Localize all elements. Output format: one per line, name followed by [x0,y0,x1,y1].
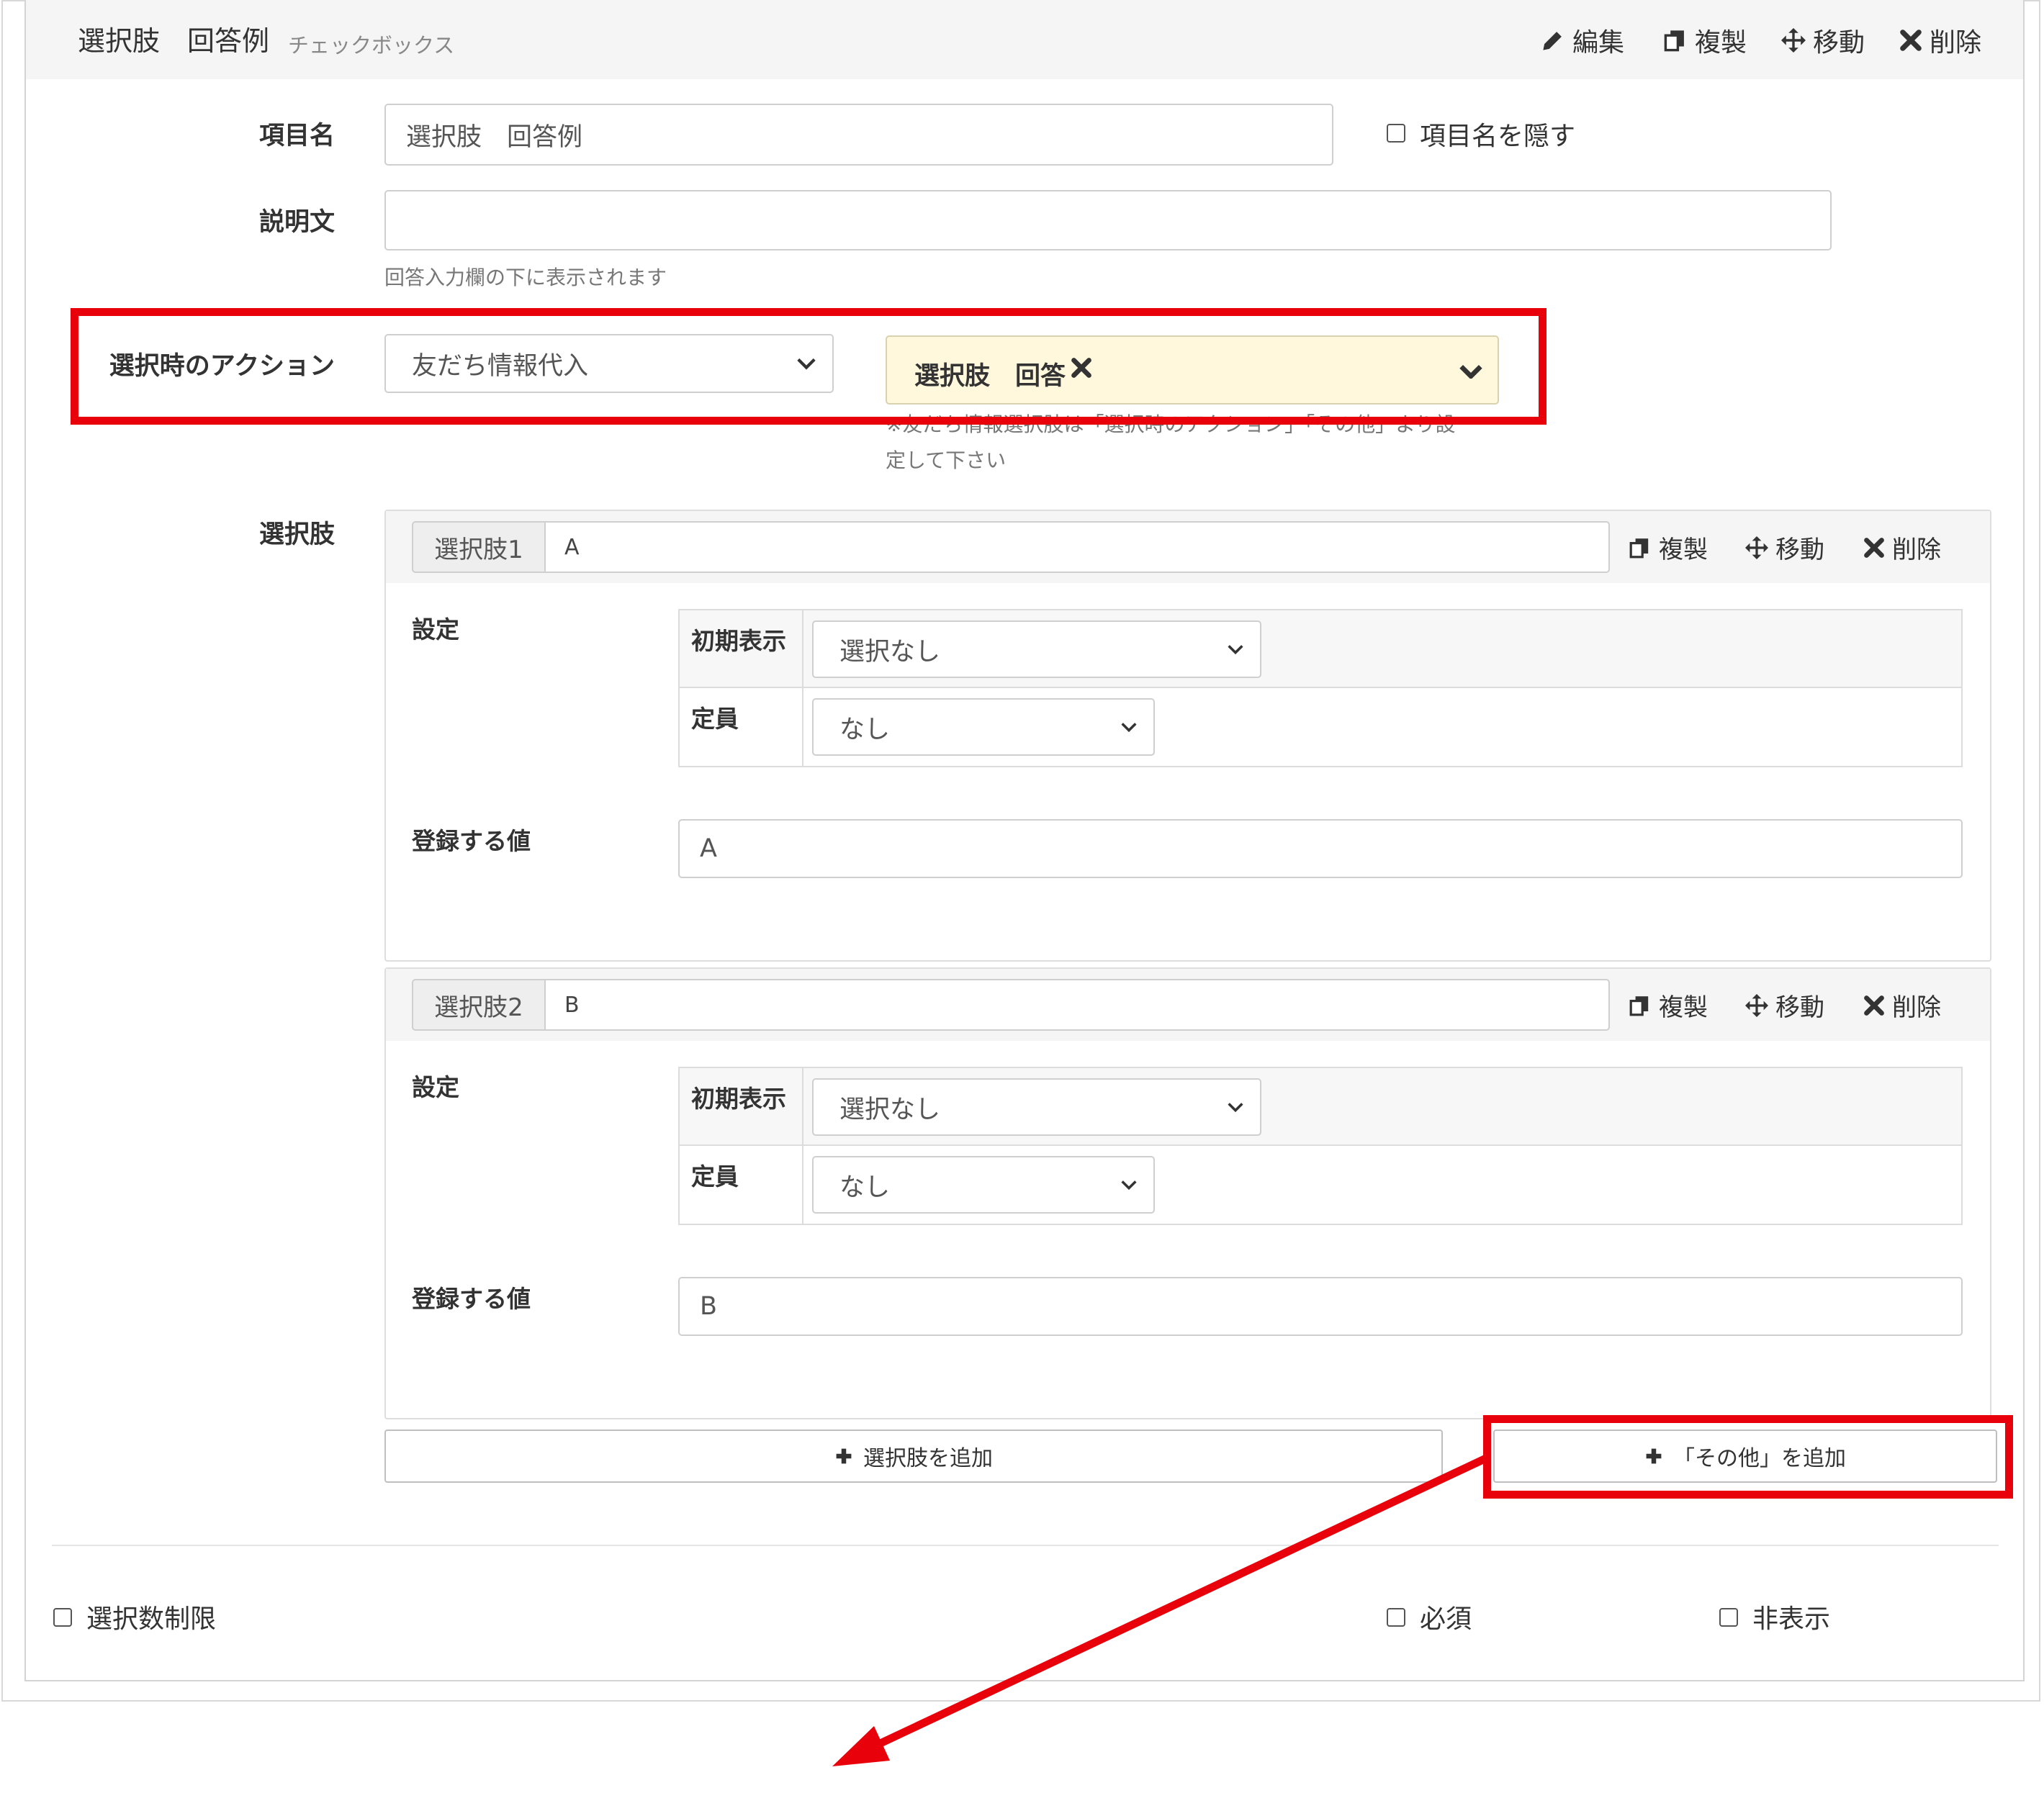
annotation-arrow [832,1455,1488,1766]
